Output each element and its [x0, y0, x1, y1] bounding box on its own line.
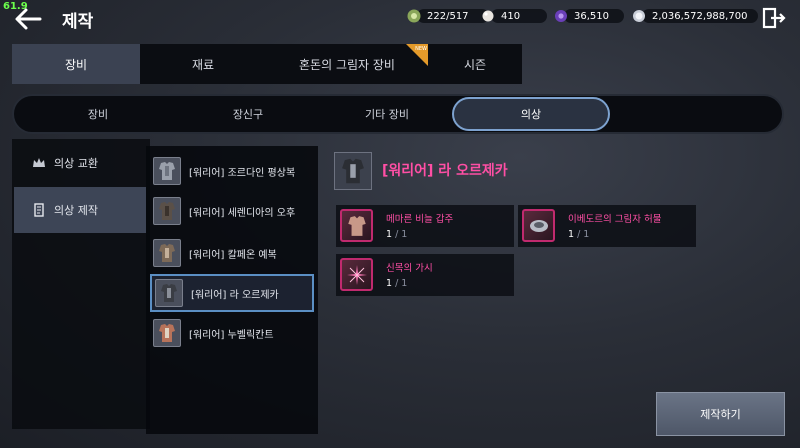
material-item[interactable]: 이베도르의 그림자 허물 1 / 1 [518, 205, 696, 247]
armor-thumbnail-icon [153, 157, 181, 185]
nav-costume-craft[interactable]: 의상 제작 [14, 187, 146, 233]
new-badge: NEW [406, 44, 428, 66]
list-item[interactable]: [워리어] 조르다인 평상복 [150, 152, 314, 190]
armor-thumbnail-icon [153, 319, 181, 347]
material-item[interactable]: 메마른 비늘 갑주 1 / 1 [336, 205, 514, 247]
shadow-husk-icon [522, 209, 555, 242]
tab-equipment[interactable]: 장비 [12, 44, 140, 84]
sacred-thorn-icon [340, 258, 373, 291]
main-tabs: 장비 재료 혼돈의 그림자 장비 NEW 시즌 [12, 44, 522, 84]
subtab-accessories[interactable]: 장신구 [178, 97, 318, 131]
armor-thumbnail-icon [155, 279, 183, 307]
list-item[interactable]: [워리어] 세렌디아의 오후 [150, 192, 314, 230]
resource-crystal: 36,510 [554, 8, 624, 24]
selected-costume-title: [워리어] 라 오르제카 [382, 163, 508, 179]
sub-tab-bar: 장비 장신구 기타 장비 의상 [12, 94, 784, 134]
costume-list: [워리어] 조르다인 평상복 [워리어] 세렌디아의 오후 [워리어] 칼페온 … [146, 146, 318, 434]
resource-energy: 222/517 [407, 8, 489, 24]
scroll-icon [34, 203, 44, 217]
selected-costume-icon [334, 152, 372, 190]
tab-season[interactable]: 시즌 [428, 44, 522, 84]
scale-armor-icon [340, 209, 373, 242]
craft-button[interactable]: 제작하기 [656, 392, 785, 436]
resource-silver: 2,036,572,988,700 [632, 8, 758, 24]
crystal-icon [555, 10, 567, 22]
material-item[interactable]: 신목의 가시 1 / 1 [336, 254, 514, 296]
crown-icon [33, 158, 45, 167]
subtab-costume[interactable]: 의상 [452, 97, 610, 131]
tab-chaos-shadow-label: 혼돈의 그림자 장비 [299, 57, 395, 72]
silver-value: 2,036,572,988,700 [652, 10, 748, 22]
nav-costume-exchange[interactable]: 의상 교환 [14, 140, 146, 186]
resource-pearl: 410 [481, 8, 547, 24]
subtab-equipment[interactable]: 장비 [28, 97, 168, 131]
pearl-icon [482, 10, 494, 22]
tab-chaos-shadow-equipment[interactable]: 혼돈의 그림자 장비 NEW [266, 44, 428, 84]
energy-icon [407, 9, 421, 23]
page-title: 제작 [62, 12, 94, 32]
list-item[interactable]: [워리어] 칼페온 예복 [150, 234, 314, 272]
armor-thumbnail-icon [153, 197, 181, 225]
armor-thumbnail-icon [153, 239, 181, 267]
silver-icon [633, 10, 645, 22]
crystal-value: 36,510 [574, 10, 609, 22]
left-nav: 의상 교환 의상 제작 [12, 139, 150, 429]
back-arrow-icon[interactable] [14, 6, 42, 32]
subtab-other-equipment[interactable]: 기타 장비 [316, 97, 458, 131]
tab-materials[interactable]: 재료 [140, 44, 266, 84]
exit-icon[interactable] [762, 7, 786, 29]
pearl-value: 410 [501, 10, 521, 22]
list-item-selected[interactable]: [워리어] 라 오르제카 [150, 274, 314, 312]
energy-value: 222/517 [427, 10, 469, 22]
list-item[interactable]: [워리어] 누벨릭칸트 [150, 314, 314, 352]
